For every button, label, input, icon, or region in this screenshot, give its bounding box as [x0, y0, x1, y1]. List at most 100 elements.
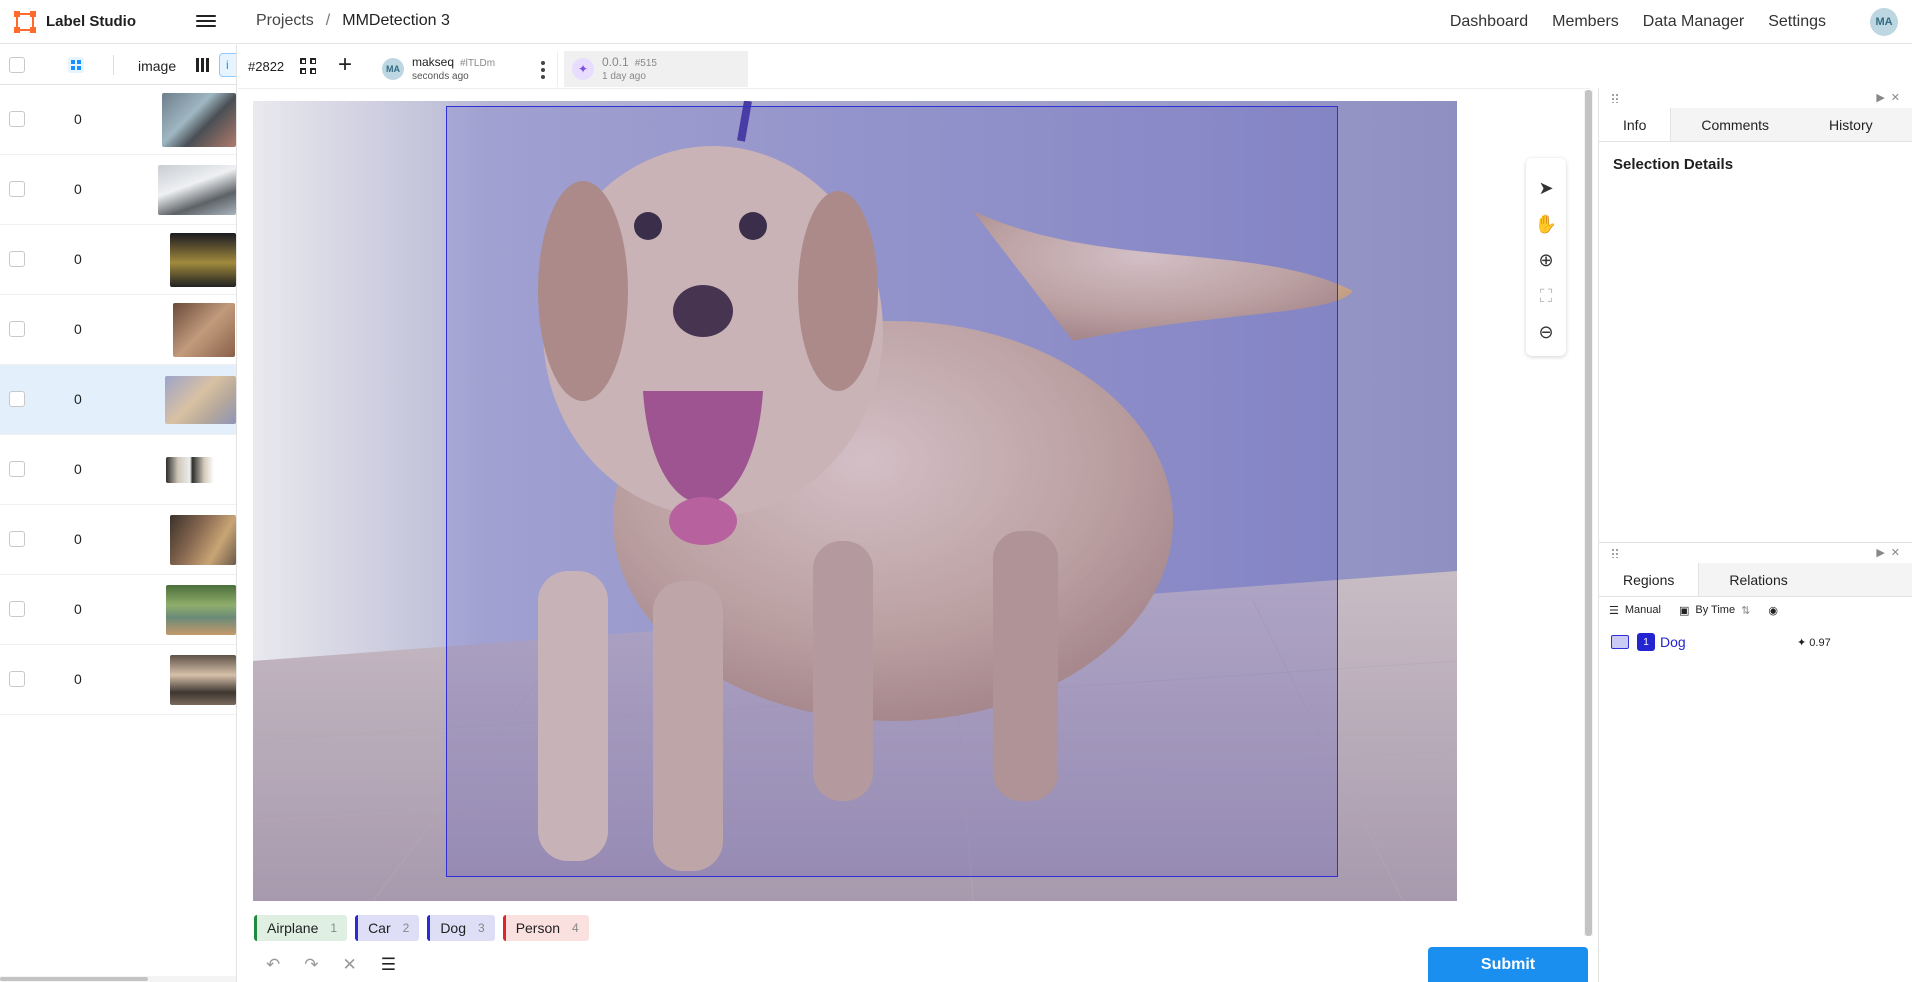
breadcrumb-project[interactable]: MMDetection 3 — [342, 12, 450, 30]
label-car[interactable]: Car 2 — [355, 915, 420, 941]
row-value: 0 — [74, 531, 82, 547]
row-checkbox[interactable] — [9, 181, 25, 197]
row-checkbox[interactable] — [9, 111, 25, 127]
row-checkbox[interactable] — [9, 321, 25, 337]
task-row[interactable]: 0 — [0, 435, 236, 505]
eye-icon: ◉ — [1768, 604, 1778, 617]
regions-panel: ▶✕ Regions Relations ☰ Manual ▣ By Time … — [1598, 542, 1912, 982]
nav-data-manager[interactable]: Data Manager — [1643, 13, 1744, 31]
sort-control[interactable]: ▣ By Time ⇅ — [1679, 604, 1750, 617]
label-name: Car — [368, 920, 391, 936]
select-all-checkbox[interactable] — [9, 57, 25, 73]
task-row[interactable]: 0 — [0, 365, 236, 435]
task-list: image i 0 0 0 0 0 0 0 0 0 — [0, 45, 237, 982]
row-checkbox[interactable] — [9, 391, 25, 407]
label-hotkey: 3 — [478, 921, 485, 935]
panel-drag-handle[interactable]: ▶✕ — [1599, 88, 1912, 108]
tab-history[interactable]: History — [1799, 108, 1903, 141]
prediction-tab[interactable]: ✦ 0.0.1 #515 1 day ago — [564, 51, 748, 87]
add-annotation-icon[interactable]: + — [338, 53, 352, 77]
zoom-in-icon[interactable]: ⊕ — [1526, 242, 1566, 278]
select-tool-icon[interactable]: ➤ — [1526, 170, 1566, 206]
annotation-hash: #lTLDm — [460, 57, 496, 69]
nav-members[interactable]: Members — [1552, 13, 1619, 31]
panel-controls-icon[interactable]: ▶✕ — [1876, 91, 1906, 104]
breadcrumb: Projects / MMDetection 3 — [256, 12, 450, 30]
thumbnail-image — [162, 93, 236, 147]
label-hotkey: 1 — [330, 921, 338, 935]
canvas-toolbar: ➤ ✋ ⊕ ⛶ ⊖ — [1526, 158, 1566, 356]
tab-info[interactable]: Info — [1599, 108, 1672, 141]
horizontal-scrollbar[interactable] — [0, 976, 236, 982]
breadcrumb-projects[interactable]: Projects — [256, 12, 314, 30]
task-row[interactable]: 0 — [0, 225, 236, 295]
row-checkbox[interactable] — [9, 531, 25, 547]
label-person[interactable]: Person 4 — [502, 915, 589, 941]
panel-drag-handle[interactable]: ▶✕ — [1599, 543, 1912, 563]
label-list: Airplane 1 Car 2 Dog 3 Person 4 — [254, 915, 589, 941]
more-options-icon[interactable] — [541, 61, 545, 79]
row-checkbox[interactable] — [9, 461, 25, 477]
vertical-scrollbar[interactable] — [1584, 90, 1593, 936]
task-row[interactable]: 0 — [0, 645, 236, 715]
task-row[interactable]: 0 — [0, 505, 236, 575]
columns-icon[interactable] — [196, 58, 210, 72]
label-airplane[interactable]: Airplane 1 — [254, 915, 348, 941]
thumbnail-image — [166, 585, 236, 635]
undo-icon[interactable]: ↶ — [266, 955, 280, 975]
visibility-toggle[interactable]: ◉ — [1768, 604, 1778, 617]
row-checkbox[interactable] — [9, 601, 25, 617]
task-row[interactable]: 0 — [0, 155, 236, 225]
task-row[interactable]: 0 — [0, 575, 236, 645]
label-dog[interactable]: Dog 3 — [427, 915, 495, 941]
reset-icon[interactable]: ✕ — [343, 955, 357, 975]
user-avatar[interactable]: MA — [1870, 8, 1898, 36]
tab-comments[interactable]: Comments — [1671, 108, 1799, 141]
panel-controls-icon[interactable]: ▶✕ — [1876, 546, 1906, 559]
column-button[interactable]: i — [219, 53, 236, 77]
region-label: Dog — [1660, 634, 1686, 650]
region-item[interactable]: 1 Dog ✦ 0.97 — [1599, 627, 1912, 657]
annotator-avatar: MA — [382, 58, 404, 80]
nav-settings[interactable]: Settings — [1768, 13, 1826, 31]
grid-icon[interactable] — [68, 57, 84, 73]
label-name: Dog — [440, 920, 466, 936]
order-control[interactable]: ☰ Manual — [1609, 604, 1661, 617]
task-row[interactable]: 0 — [0, 295, 236, 365]
sort-label: By Time — [1695, 604, 1736, 616]
regions-toolbar: ☰ Manual ▣ By Time ⇅ ◉ — [1599, 597, 1912, 623]
row-value: 0 — [74, 111, 82, 127]
thumbnail-image — [173, 303, 235, 357]
row-checkbox[interactable] — [9, 671, 25, 687]
info-tabs: Info Comments History — [1599, 108, 1912, 142]
drag-handle-icon[interactable] — [1611, 548, 1619, 558]
info-panel: ▶✕ Info Comments History Selection Detai… — [1598, 88, 1912, 542]
menu-icon[interactable] — [196, 12, 216, 30]
tab-relations[interactable]: Relations — [1699, 563, 1817, 596]
list-order-icon: ☰ — [1609, 604, 1619, 617]
dog-bounding-box[interactable] — [446, 106, 1338, 877]
bottom-toolbar: ↶ ↷ ✕ ☰ — [266, 955, 396, 975]
image-canvas[interactable] — [253, 101, 1457, 901]
task-row[interactable]: 0 — [0, 85, 236, 155]
row-checkbox[interactable] — [9, 251, 25, 267]
pan-hand-icon[interactable]: ✋ — [1526, 206, 1566, 242]
app-name: Label Studio — [46, 13, 136, 30]
grid-view-icon[interactable] — [300, 58, 316, 74]
redo-icon[interactable]: ↷ — [304, 955, 318, 975]
zoom-out-icon[interactable]: ⊖ — [1526, 314, 1566, 350]
zoom-to-fit-icon[interactable]: ⛶ — [1526, 278, 1566, 314]
top-bar: Label Studio Projects / MMDetection 3 Da… — [0, 0, 1912, 44]
settings-sliders-icon[interactable]: ☰ — [381, 955, 396, 975]
region-score-value: 0.97 — [1809, 636, 1831, 649]
rectangle-region-icon — [1611, 635, 1629, 649]
top-nav: Dashboard Members Data Manager Settings … — [1450, 0, 1912, 44]
thumbnail-image — [165, 376, 236, 424]
submit-button[interactable]: Submit — [1428, 947, 1588, 982]
column-header-image[interactable]: image — [138, 58, 176, 74]
tab-regions[interactable]: Regions — [1599, 563, 1700, 596]
annotation-tab[interactable]: MA makseq #lTLDm seconds ago — [374, 51, 558, 87]
drag-handle-icon[interactable] — [1611, 93, 1619, 103]
label-studio-logo-icon — [14, 10, 36, 33]
nav-dashboard[interactable]: Dashboard — [1450, 13, 1528, 31]
